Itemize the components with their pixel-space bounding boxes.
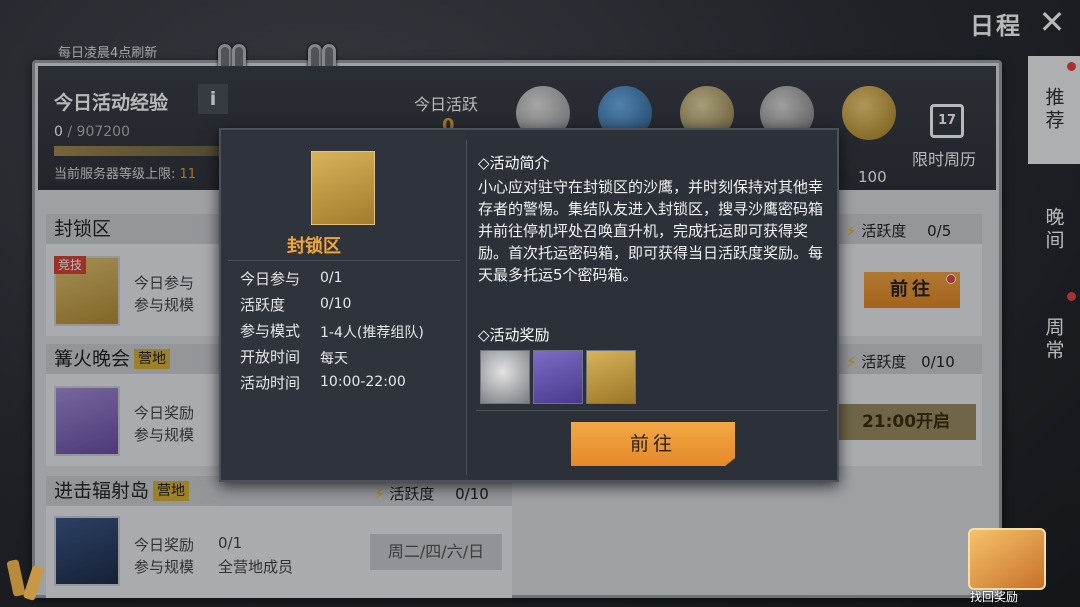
- row-line2-label: 参与规模: [134, 426, 195, 444]
- popup-go-button[interactable]: 前往: [571, 422, 735, 466]
- activity-name: 封锁区: [54, 218, 112, 240]
- server-level-cap: 当前服务器等级上限: 11: [54, 163, 196, 182]
- bolt-icon: ⚡: [374, 485, 385, 503]
- stat-value: 1-4人(推荐组队): [320, 325, 424, 341]
- claim-reward-label[interactable]: 找回奖励: [970, 588, 1018, 605]
- info-button[interactable]: i: [198, 84, 228, 114]
- stat-label: 活跃度: [240, 296, 286, 314]
- tab-evening[interactable]: 晚间: [1028, 176, 1080, 284]
- reward-milestone-value: 100: [858, 168, 887, 186]
- activity-points: ⚡ 活跃度 0/10: [846, 351, 955, 372]
- exp-current: 0: [54, 124, 63, 140]
- stat-label: 活动时间: [240, 374, 301, 392]
- lockdown-crate-icon: [311, 151, 375, 225]
- row-line2-label: 参与规模: [134, 558, 195, 576]
- opens-at-button[interactable]: 21:00开启: [836, 404, 976, 440]
- today-active-label: 今日活跃: [414, 95, 479, 114]
- exp-value: 0 / 907200: [54, 124, 130, 140]
- row-line1-label: 今日奖励: [134, 404, 195, 422]
- row-line2-value: 全营地成员: [218, 558, 294, 576]
- row-line2-label: 参与规模: [134, 296, 195, 314]
- divider: [476, 410, 828, 411]
- activity-label: 活跃度: [389, 485, 435, 503]
- gray-crate-icon[interactable]: [533, 350, 583, 404]
- stat-label: 开放时间: [240, 348, 301, 366]
- activity-name: 篝火晚会: [54, 348, 131, 370]
- side-tab-bar: 推荐 晚间 周常: [1028, 56, 1080, 406]
- server-cap-value: 11: [179, 167, 197, 182]
- tab-label: 周常: [1042, 317, 1065, 363]
- intro-section-title: ◇活动简介: [478, 154, 550, 172]
- gift-box-thumbnail: [54, 386, 120, 456]
- bolt-icon: ⚡: [846, 353, 857, 371]
- notification-dot: [1067, 292, 1076, 301]
- exp-total: / 907200: [67, 124, 130, 140]
- activity-name: 进击辐射岛: [54, 480, 150, 502]
- bolt-icon: ⚡: [846, 222, 857, 240]
- competitive-badge: 竞技: [54, 256, 87, 274]
- stat-value: 0/1: [320, 270, 343, 286]
- exp-progress-bar: [54, 146, 224, 156]
- server-cap-label: 当前服务器等级上限:: [54, 167, 176, 182]
- row-line1-label: 今日参与: [134, 274, 195, 292]
- popup-activity-name: 封锁区: [287, 236, 341, 257]
- divider: [228, 260, 460, 261]
- activity-value: 0/10: [921, 353, 955, 371]
- coin-icon[interactable]: [480, 350, 530, 404]
- gold-crate-reward-icon[interactable]: [842, 86, 896, 140]
- close-icon[interactable]: ✕: [1034, 4, 1070, 40]
- limited-week-calendar[interactable]: 限时周历: [912, 146, 976, 170]
- schedule-days-button[interactable]: 周二/四/六/日: [370, 534, 502, 570]
- activity-value: 0/5: [927, 222, 952, 240]
- gift-box-icon[interactable]: [968, 528, 1046, 590]
- tab-recommended[interactable]: 推荐: [1028, 56, 1080, 164]
- activity-points: ⚡ 活跃度 0/10: [374, 483, 489, 504]
- stat-value: 每天: [320, 351, 348, 367]
- camp-tag: 营地: [153, 481, 190, 501]
- stat-value: 10:00-22:00: [320, 374, 406, 390]
- reward-section-title: ◇活动奖励: [478, 326, 550, 344]
- activity-exp-title: 今日活动经验: [54, 92, 169, 114]
- activity-label: 活跃度: [861, 222, 907, 240]
- stat-value: 0/10: [320, 296, 352, 312]
- gold-crate-icon[interactable]: [586, 350, 636, 404]
- row-line1-value: 0/1: [218, 534, 243, 552]
- activity-value: 0/10: [455, 485, 489, 503]
- tab-weekly[interactable]: 周常: [1028, 286, 1080, 394]
- refresh-note: 每日凌晨4点刷新: [58, 46, 158, 61]
- camp-tag: 营地: [134, 349, 171, 369]
- popup-divider: [466, 140, 467, 475]
- row-line1-label: 今日奖励: [134, 536, 195, 554]
- notification-dot: [1067, 62, 1076, 71]
- bullet-shells-decoration: [6, 552, 66, 602]
- activity-label: 活跃度: [861, 353, 907, 371]
- tab-label: 推荐: [1042, 87, 1065, 133]
- stat-label: 今日参与: [240, 270, 301, 288]
- notification-dot: [946, 274, 956, 284]
- schedule-title: 日程: [970, 12, 1022, 40]
- activity-description: 小心应对驻守在封锁区的沙鹰，并时刻保持对其他幸存者的警惕。集结队友进入封锁区，搜…: [478, 178, 824, 284]
- stat-label: 参与模式: [240, 322, 301, 340]
- activity-points: ⚡ 活跃度 0/5: [846, 220, 951, 241]
- calendar-icon[interactable]: 17: [930, 104, 964, 138]
- tab-label: 晚间: [1042, 207, 1065, 253]
